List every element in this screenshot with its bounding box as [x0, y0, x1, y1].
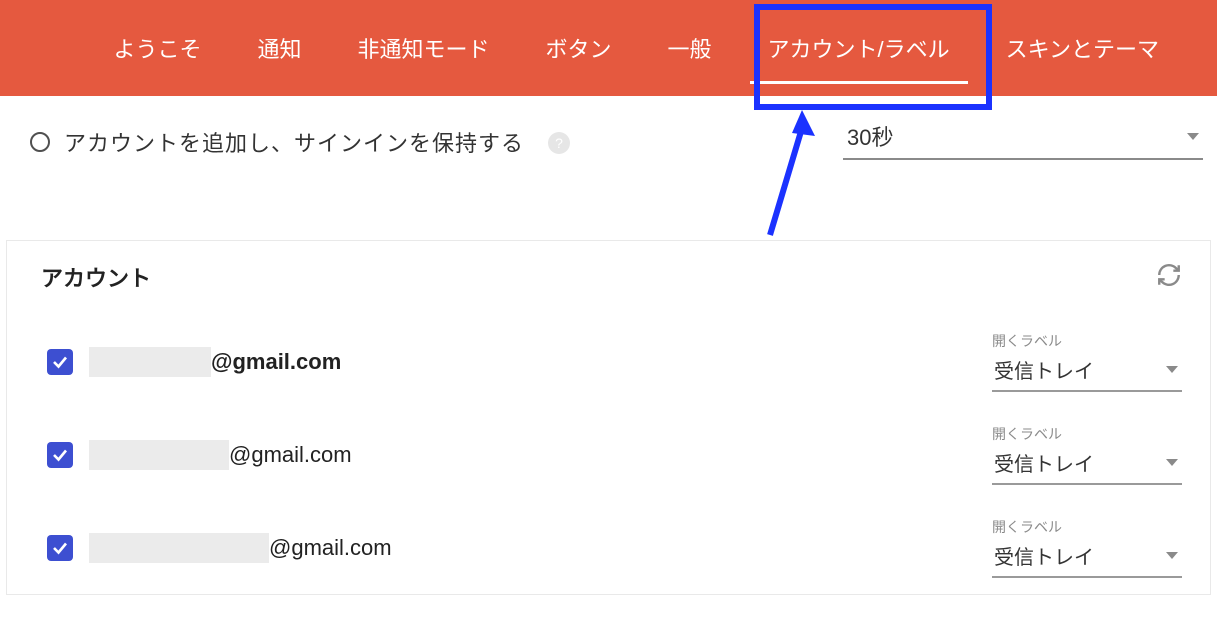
account-checkbox[interactable]	[47, 349, 73, 375]
chevron-down-icon	[1166, 459, 1178, 466]
open-label-title: 開くラベル	[992, 331, 1182, 351]
refresh-icon[interactable]	[1156, 262, 1182, 293]
tab-bar: ようこそ 通知 非通知モード ボタン 一般 アカウント/ラベル スキンとテーマ	[0, 0, 1217, 96]
add-account-label: アカウントを追加し、サインインを保持する	[64, 126, 524, 158]
open-label-select[interactable]: 受信トレイ	[992, 448, 1182, 485]
accounts-panel-header: アカウント	[7, 241, 1210, 315]
account-email-domain: @gmail.com	[269, 535, 392, 561]
account-row: @gmail.com 開くラベル 受信トレイ	[7, 315, 1210, 408]
radio-icon	[30, 132, 50, 152]
open-label-title: 開くラベル	[992, 424, 1182, 444]
tab-buttons[interactable]: ボタン	[518, 0, 640, 96]
open-label-value: 受信トレイ	[994, 355, 1094, 384]
tab-notifications[interactable]: 通知	[229, 0, 329, 96]
open-label-select[interactable]: 受信トレイ	[992, 541, 1182, 578]
tab-accounts-labels[interactable]: アカウント/ラベル	[740, 0, 978, 96]
tab-welcome[interactable]: ようこそ	[85, 0, 229, 96]
chevron-down-icon	[1166, 552, 1178, 559]
help-icon[interactable]: ?	[548, 132, 570, 154]
interval-value: 30秒	[847, 120, 893, 152]
account-checkbox[interactable]	[47, 442, 73, 468]
open-label-group: 開くラベル 受信トレイ	[992, 331, 1182, 392]
redacted-username	[89, 533, 269, 563]
open-label-title: 開くラベル	[992, 517, 1182, 537]
open-label-group: 開くラベル 受信トレイ	[992, 424, 1182, 485]
tab-general[interactable]: 一般	[640, 0, 740, 96]
chevron-down-icon	[1187, 133, 1199, 140]
account-checkbox[interactable]	[47, 535, 73, 561]
accounts-panel: アカウント @gmail.com 開くラベル 受信トレイ	[6, 240, 1211, 595]
open-label-value: 受信トレイ	[994, 541, 1094, 570]
open-label-select[interactable]: 受信トレイ	[992, 355, 1182, 392]
account-email-domain: @gmail.com	[211, 349, 341, 375]
redacted-username	[89, 440, 229, 470]
tab-skins-themes[interactable]: スキンとテーマ	[978, 0, 1187, 96]
account-row: @gmail.com 開くラベル 受信トレイ	[7, 408, 1210, 501]
account-email-domain: @gmail.com	[229, 442, 352, 468]
account-row: @gmail.com 開くラベル 受信トレイ	[7, 501, 1210, 594]
add-account-option[interactable]: アカウントを追加し、サインインを保持する ?	[30, 126, 843, 158]
redacted-username	[89, 347, 211, 377]
interval-select[interactable]: 30秒	[843, 118, 1203, 160]
tab-dnd-mode[interactable]: 非通知モード	[329, 0, 517, 96]
chevron-down-icon	[1166, 366, 1178, 373]
open-label-value: 受信トレイ	[994, 448, 1094, 477]
open-label-group: 開くラベル 受信トレイ	[992, 517, 1182, 578]
accounts-panel-title: アカウント	[41, 261, 151, 293]
top-controls: アカウントを追加し、サインインを保持する ? 30秒	[0, 96, 1217, 160]
